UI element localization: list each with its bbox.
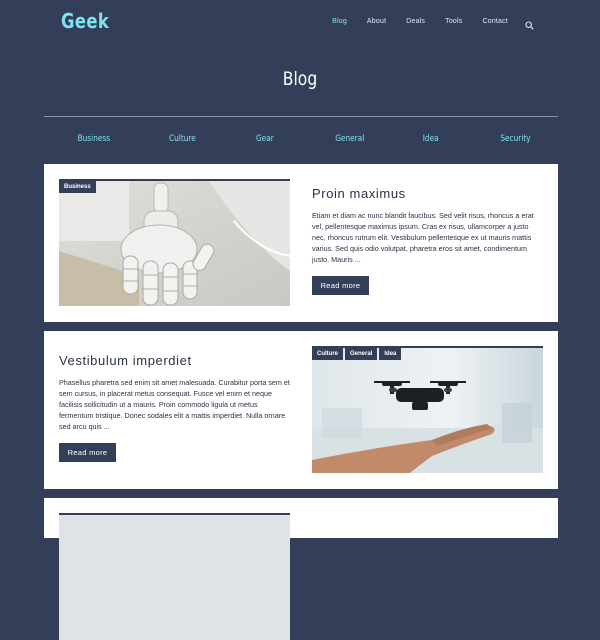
category-business[interactable]: Business (78, 134, 111, 144)
post-card: Vestibulum imperdiet Phasellus pharetra … (44, 331, 558, 489)
robot-hand-image (59, 181, 290, 306)
category-culture[interactable]: Culture (169, 134, 196, 144)
main-nav: Blog About Deals Tools Contact (312, 17, 534, 30)
site-logo[interactable]: Geek (61, 9, 109, 33)
category-general[interactable]: General (335, 134, 364, 144)
post-card (44, 498, 558, 640)
post-thumbnail-robot-hand[interactable]: Business (59, 179, 290, 306)
divider (44, 116, 558, 117)
nav-item-about[interactable]: About (367, 18, 386, 25)
post-excerpt: Phasellus pharetra sed enim sit amet mal… (59, 378, 290, 431)
tag-label[interactable]: Idea (379, 348, 402, 360)
post-title[interactable]: Proin maximus (312, 186, 406, 201)
post-tags: Business (59, 181, 98, 193)
site-header: Geek Blog About Deals Tools Contact (0, 0, 600, 44)
category-bar: Business Culture Gear General Idea Secur… (44, 134, 558, 148)
tag-label[interactable]: Business (59, 181, 96, 193)
post-excerpt: Etiam et diam ac nunc blandit faucibus. … (312, 211, 534, 264)
tag-label[interactable]: General (345, 348, 378, 360)
read-more-button[interactable]: Read more (59, 443, 116, 462)
post-thumbnail-drone[interactable]: Culture General Idea (312, 346, 543, 473)
nav-item-tools[interactable]: Tools (445, 18, 462, 25)
search-icon[interactable] (525, 17, 534, 30)
category-idea[interactable]: Idea (423, 134, 439, 144)
post-title[interactable]: Vestibulum imperdiet (59, 353, 192, 368)
category-security[interactable]: Security (500, 134, 530, 144)
read-more-button[interactable]: Read more (312, 276, 369, 295)
page-title: Blog (282, 68, 318, 90)
drone-image (312, 348, 543, 473)
nav-item-deals[interactable]: Deals (406, 18, 425, 25)
tag-label[interactable]: Culture (312, 348, 343, 360)
nav-item-blog[interactable]: Blog (332, 18, 347, 25)
nav-item-contact[interactable]: Contact (482, 18, 508, 25)
post-tags: Culture General Idea (312, 348, 403, 360)
post-card: Business Proin maximus Etiam et diam ac … (44, 164, 558, 322)
post-thumbnail[interactable] (59, 513, 290, 640)
category-gear[interactable]: Gear (256, 134, 274, 144)
